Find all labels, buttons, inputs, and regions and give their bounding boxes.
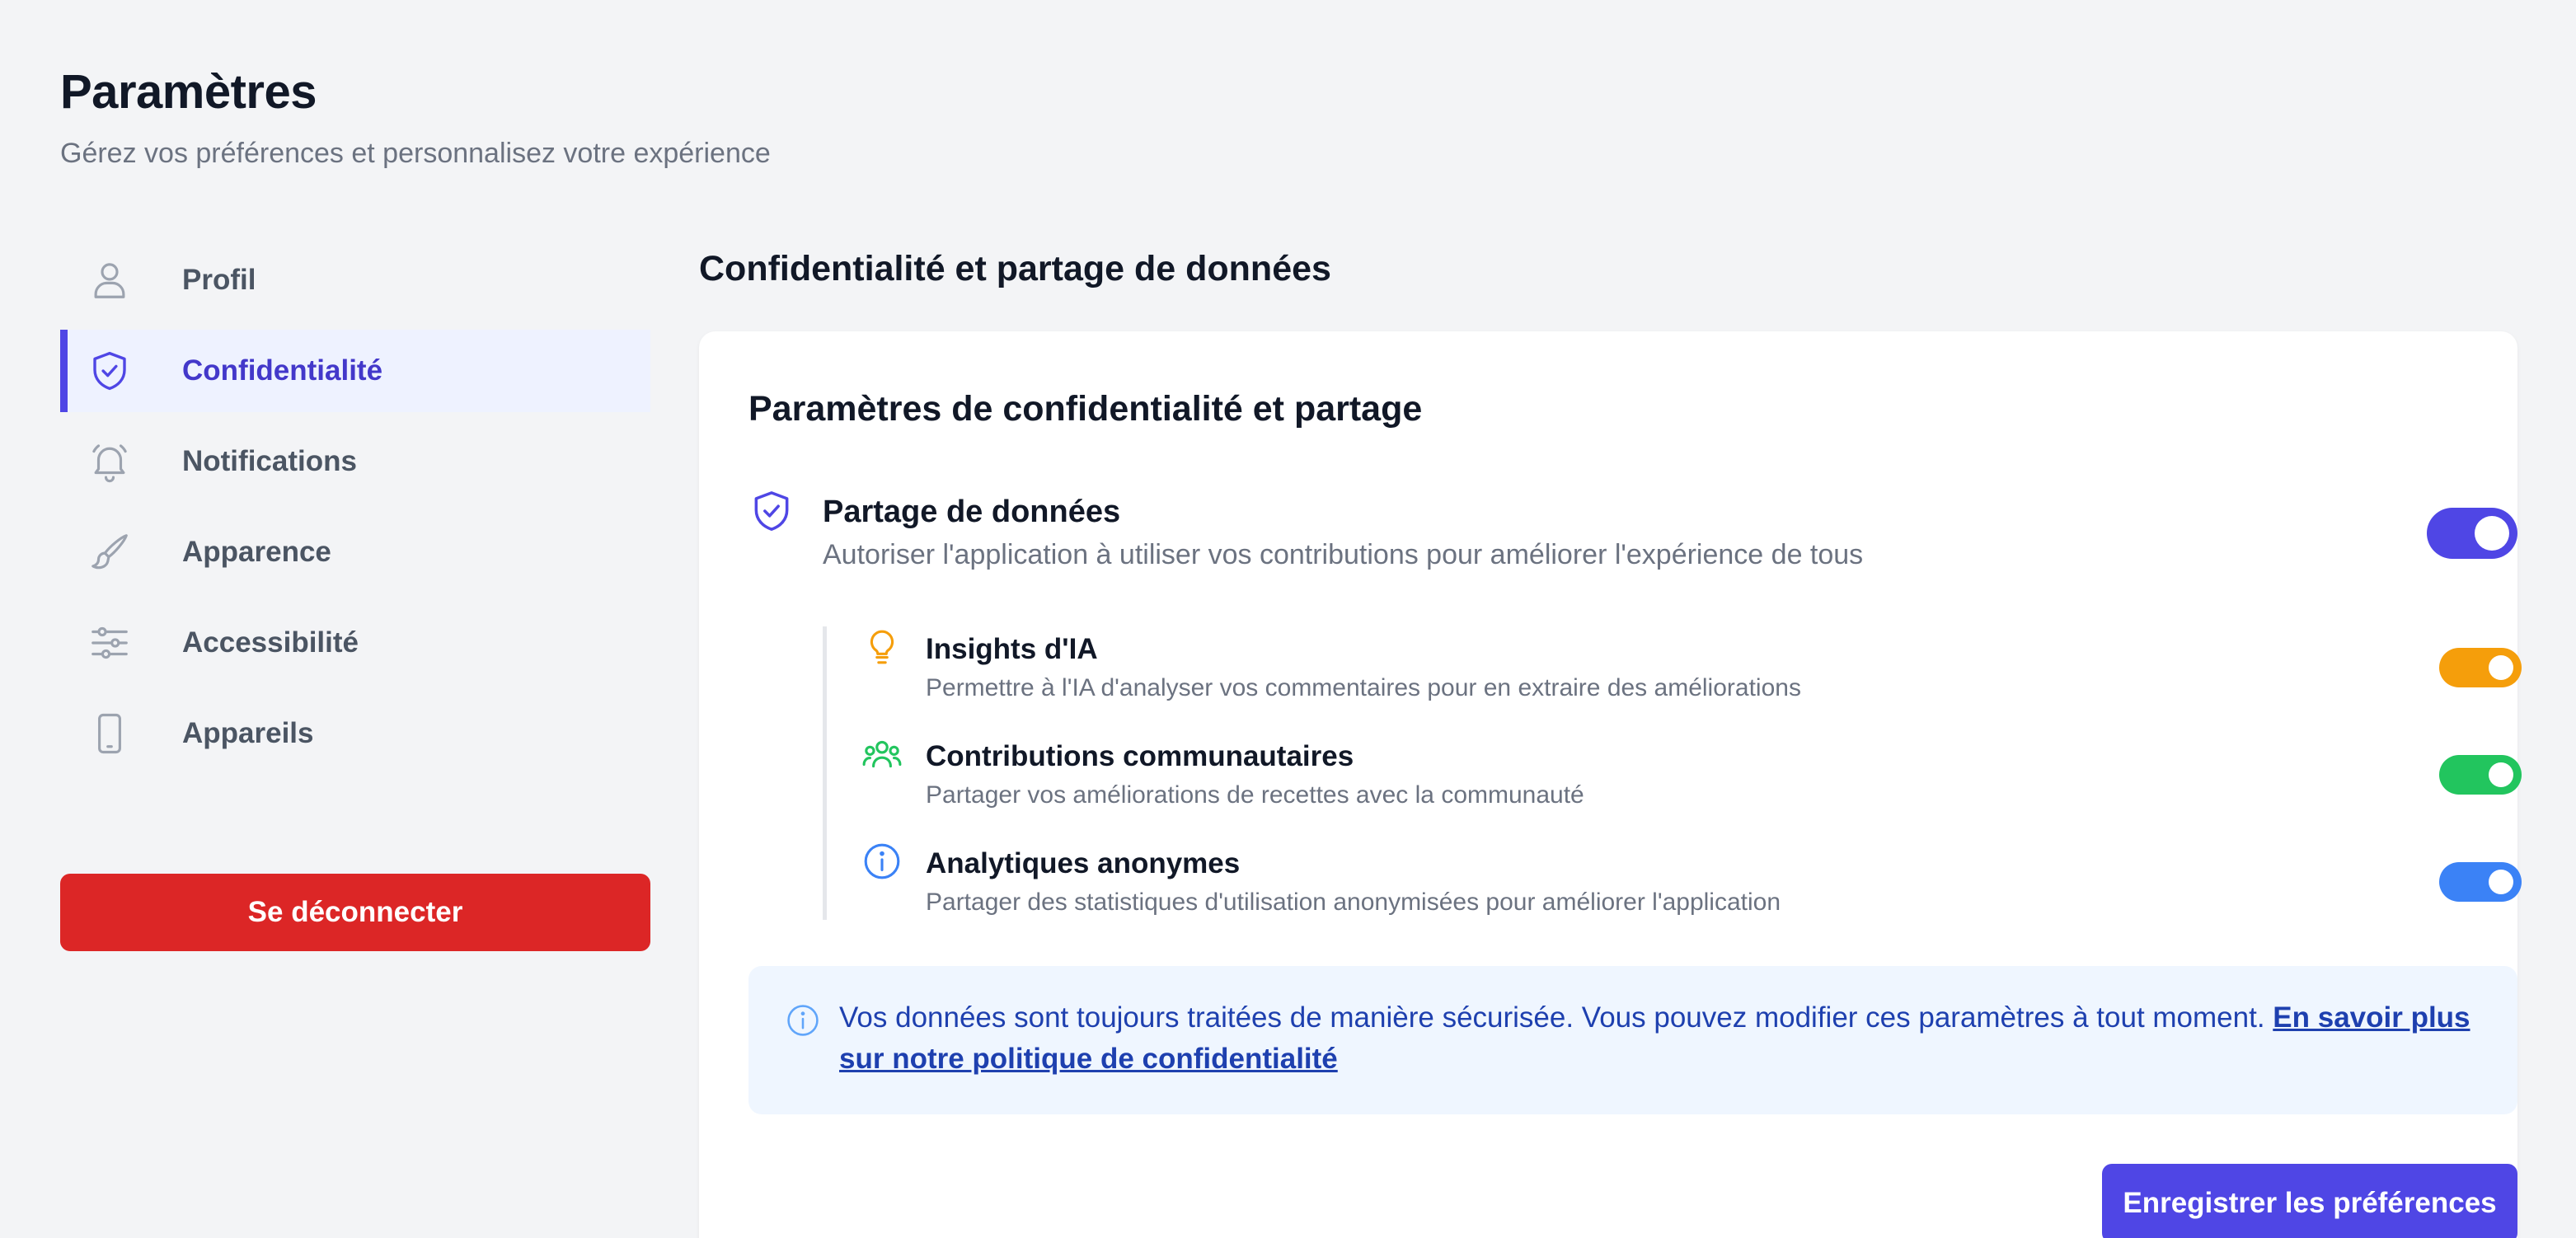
- privacy-info-message: Vos données sont toujours traitées de ma…: [839, 1001, 2265, 1034]
- privacy-info-text: Vos données sont toujours traitées de ma…: [839, 997, 2488, 1080]
- section-title: Confidentialité et partage de données: [699, 249, 1331, 288]
- sidebar-item-label: Appareils: [182, 717, 314, 749]
- ai-insights-toggle[interactable]: [2439, 648, 2522, 687]
- toggle-knob: [2489, 655, 2513, 680]
- data-sharing-setting: Partage de données Autoriser l'applicati…: [748, 488, 2517, 587]
- sidebar-item-label: Apparence: [182, 536, 331, 568]
- sidebar-item-label: Notifications: [182, 445, 357, 477]
- sidebar-item-apparence[interactable]: Apparence: [60, 511, 650, 593]
- settings-page: Paramètres Gérez vos préférences et pers…: [0, 0, 2576, 1238]
- user-icon: [85, 256, 134, 305]
- lightbulb-icon: [861, 626, 903, 668]
- data-sharing-toggle[interactable]: [2427, 508, 2517, 559]
- sidebar-item-accessibilite[interactable]: Accessibilité: [60, 602, 650, 684]
- page-title: Paramètres: [60, 65, 317, 119]
- anonymous-analytics-setting: Analytiques anonymes Partager des statis…: [827, 841, 2522, 931]
- ai-insights-label: Insights d'IA: [926, 633, 1098, 665]
- phone-icon: [85, 709, 134, 758]
- data-sharing-label: Partage de données: [823, 495, 1121, 529]
- sidebar: Profil Confidentialité Notifications App…: [60, 239, 650, 951]
- anonymous-analytics-label: Analytiques anonymes: [926, 847, 1241, 879]
- data-sharing-description: Autoriser l'application à utiliser vos c…: [823, 539, 1864, 570]
- info-icon: [785, 1002, 821, 1039]
- community-contributions-toggle[interactable]: [2439, 755, 2522, 795]
- users-icon: [861, 734, 903, 775]
- anonymous-analytics-toggle[interactable]: [2439, 862, 2522, 902]
- community-contributions-description: Partager vos améliorations de recettes a…: [926, 781, 1584, 809]
- sidebar-item-profil[interactable]: Profil: [60, 239, 650, 321]
- community-contributions-label: Contributions communautaires: [926, 740, 1354, 772]
- save-preferences-button[interactable]: Enregistrer les préférences: [2102, 1164, 2517, 1238]
- sidebar-item-label: Accessibilité: [182, 626, 359, 659]
- anonymous-analytics-description: Partager des statistiques d'utilisation …: [926, 889, 1781, 916]
- sliders-icon: [85, 618, 134, 668]
- logout-button[interactable]: Se déconnecter: [60, 874, 650, 951]
- toggle-knob: [2489, 762, 2513, 787]
- sidebar-item-appareils[interactable]: Appareils: [60, 692, 650, 775]
- shield-check-icon: [748, 488, 795, 534]
- toggle-knob: [2489, 870, 2513, 894]
- info-icon: [861, 841, 903, 882]
- page-header: Paramètres Gérez vos préférences et pers…: [60, 64, 771, 170]
- ai-insights-description: Permettre à l'IA d'analyser vos commenta…: [926, 674, 1801, 701]
- shield-check-icon: [85, 346, 134, 396]
- card-title: Paramètres de confidentialité et partage: [748, 389, 1423, 429]
- sidebar-item-label: Confidentialité: [182, 354, 383, 387]
- toggle-knob: [2475, 516, 2509, 551]
- sidebar-item-label: Profil: [182, 264, 256, 296]
- sidebar-item-confidentialite[interactable]: Confidentialité: [60, 330, 650, 412]
- bell-icon: [85, 437, 134, 486]
- privacy-card: Paramètres de confidentialité et partage…: [699, 331, 2522, 1238]
- ai-insights-setting: Insights d'IA Permettre à l'IA d'analyse…: [827, 626, 2522, 717]
- privacy-info-box: Vos données sont toujours traitées de ma…: [748, 966, 2517, 1114]
- sidebar-item-notifications[interactable]: Notifications: [60, 420, 650, 503]
- community-contributions-setting: Contributions communautaires Partager vo…: [827, 734, 2522, 824]
- brush-icon: [85, 528, 134, 577]
- page-subtitle: Gérez vos préférences et personnalisez v…: [60, 138, 771, 169]
- sub-settings-group: Insights d'IA Permettre à l'IA d'analyse…: [823, 626, 2522, 920]
